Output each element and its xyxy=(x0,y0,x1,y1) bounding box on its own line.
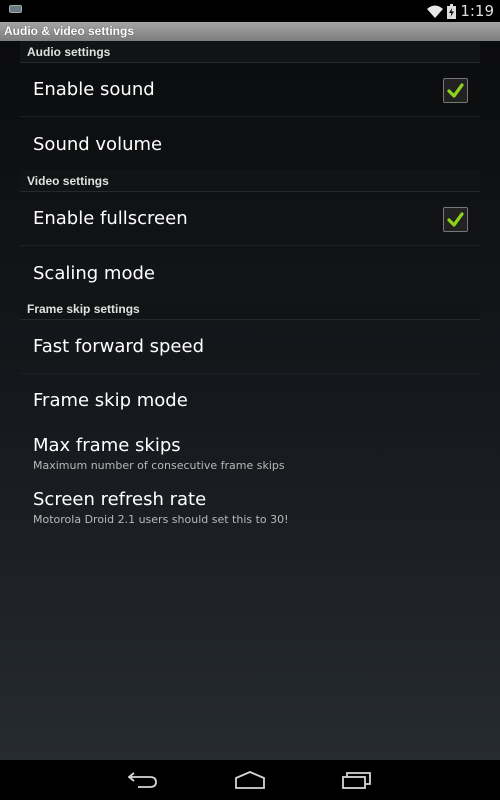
pref-title: Scaling mode xyxy=(33,263,155,284)
pref-summary: Motorola Droid 2.1 users should set this… xyxy=(33,513,289,526)
pref-enable-sound[interactable]: Enable sound xyxy=(20,63,480,117)
wifi-icon xyxy=(427,5,444,18)
checkmark-icon xyxy=(447,212,464,227)
notification-icon xyxy=(9,5,22,13)
pref-screen-refresh-rate[interactable]: Screen refresh rate Motorola Droid 2.1 u… xyxy=(20,482,480,536)
pref-frame-skip-mode[interactable]: Frame skip mode xyxy=(20,374,480,428)
back-icon[interactable] xyxy=(128,771,158,789)
pref-summary: Maximum number of consecutive frame skip… xyxy=(33,459,285,472)
pref-title: Fast forward speed xyxy=(33,336,204,357)
status-time: 1:19 xyxy=(460,2,494,20)
category-audio-settings: Audio settings xyxy=(20,41,480,63)
pref-title: Sound volume xyxy=(33,134,163,155)
battery-charging-icon xyxy=(447,3,457,19)
page-title: Audio & video settings xyxy=(4,24,135,38)
pref-title: Enable fullscreen xyxy=(33,208,188,229)
category-video-settings: Video settings xyxy=(20,170,480,192)
pref-title: Max frame skips xyxy=(33,435,181,456)
pref-fast-forward-speed[interactable]: Fast forward speed xyxy=(20,320,480,374)
category-label: Video settings xyxy=(27,174,109,188)
pref-title: Screen refresh rate xyxy=(33,489,207,510)
home-icon[interactable] xyxy=(234,771,266,789)
category-label: Frame skip settings xyxy=(27,302,140,316)
category-label: Audio settings xyxy=(27,45,111,59)
category-frame-skip-settings: Frame skip settings xyxy=(20,298,480,320)
pref-title: Enable sound xyxy=(33,79,155,100)
status-bar: 1:19 xyxy=(0,0,500,22)
title-bar: Audio & video settings xyxy=(0,22,500,41)
pref-max-frame-skips[interactable]: Max frame skips Maximum number of consec… xyxy=(20,428,480,482)
recents-icon[interactable] xyxy=(342,771,372,789)
settings-list[interactable]: Audio settings Enable sound Sound volume… xyxy=(0,41,500,760)
pref-sound-volume[interactable]: Sound volume xyxy=(20,117,480,171)
pref-scaling-mode[interactable]: Scaling mode xyxy=(20,246,480,300)
checkmark-icon xyxy=(447,83,464,98)
enable-fullscreen-checkbox[interactable] xyxy=(443,207,468,232)
pref-title: Frame skip mode xyxy=(33,390,188,411)
navigation-bar xyxy=(0,760,500,800)
enable-sound-checkbox[interactable] xyxy=(443,78,468,103)
pref-enable-fullscreen[interactable]: Enable fullscreen xyxy=(20,192,480,246)
